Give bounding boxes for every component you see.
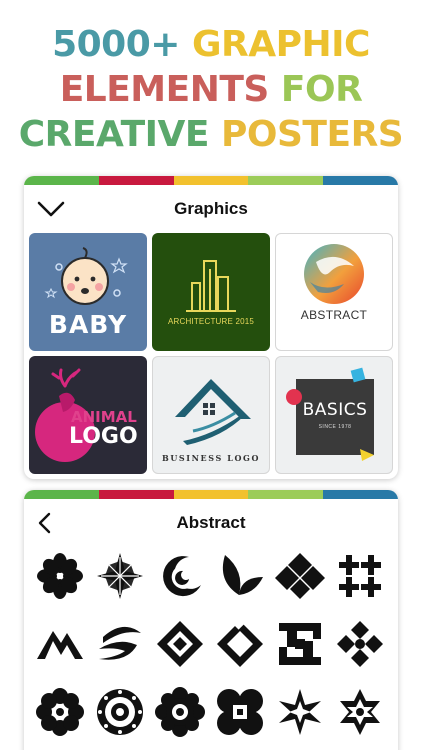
diamond-outline-icon[interactable] xyxy=(212,616,268,672)
tile-label-basics: BASICS xyxy=(302,400,368,420)
diamond-cluster-icon[interactable] xyxy=(272,548,328,604)
gear-flower-icon[interactable] xyxy=(152,684,208,740)
promo-headline: 5000+ GRAPHIC ELEMENTS FOR CREATIVE POST… xyxy=(0,22,422,157)
headline-word: FOR xyxy=(280,69,363,110)
category-grid: BABY ARCHITECTURE 2015 ABSTRACT ANIMAL L… xyxy=(29,233,393,474)
category-tile-abstract[interactable]: ABSTRACT xyxy=(275,233,393,351)
headline-line-3: CREATIVE POSTERS xyxy=(0,112,422,157)
flower-icon[interactable] xyxy=(32,548,88,604)
abstract-swirl-icon xyxy=(304,244,364,304)
headline-word: CREATIVE xyxy=(18,114,222,155)
graphics-title: Graphics xyxy=(174,198,248,218)
tile-label-abstract: ABSTRACT xyxy=(300,308,368,322)
nested-diamond-icon[interactable] xyxy=(152,616,208,672)
category-tile-baby[interactable]: BABY xyxy=(29,233,147,351)
headline-word: GRAPHIC xyxy=(191,24,370,65)
knot-icon[interactable] xyxy=(332,616,388,672)
headline-word: 5000+ xyxy=(52,24,192,65)
category-tile-business-logo[interactable]: BUSINESS LOGO xyxy=(152,356,270,474)
hex-star-icon[interactable] xyxy=(332,684,388,740)
meander-square-icon[interactable] xyxy=(272,616,328,672)
category-tile-basics[interactable]: BASICS SINCE 1978 xyxy=(275,356,393,474)
star-burst-icon[interactable] xyxy=(92,548,148,604)
abstract-title: Abstract xyxy=(176,512,246,532)
mandala-icon[interactable] xyxy=(92,684,148,740)
abstract-icon-grid xyxy=(32,548,390,740)
graphics-panel: Graphics BABY ARCHITECTURE 2015 ABSTRACT… xyxy=(24,176,398,479)
rosette-icon[interactable] xyxy=(32,684,88,740)
mountain-icon[interactable] xyxy=(32,616,88,672)
color-stripe xyxy=(24,490,398,499)
tile-label-logo: LOGO xyxy=(69,424,138,449)
abstract-header: Abstract xyxy=(24,499,398,546)
tile-label-since: SINCE 1978 xyxy=(318,424,352,430)
headline-word: ELEMENTS xyxy=(59,69,281,110)
crescent-swirl-icon[interactable] xyxy=(152,548,208,604)
headline-line-2: ELEMENTS FOR xyxy=(0,67,422,112)
chevron-down-icon[interactable] xyxy=(36,195,66,223)
leaf-pair-icon[interactable] xyxy=(212,548,268,604)
plus-grid-icon[interactable] xyxy=(332,548,388,604)
chevron-left-icon[interactable] xyxy=(30,509,60,537)
building-icon xyxy=(186,260,236,312)
tile-label-business-logo: BUSINESS LOGO xyxy=(161,453,261,463)
quatrefoil-icon[interactable] xyxy=(212,684,268,740)
graphics-header: Graphics xyxy=(24,185,398,232)
headline-line-1: 5000+ GRAPHIC xyxy=(0,22,422,67)
category-tile-animal-logo[interactable]: ANIMAL LOGO xyxy=(29,356,147,474)
s-wave-icon[interactable] xyxy=(92,616,148,672)
six-point-star-icon[interactable] xyxy=(272,684,328,740)
tile-label-architecture: ARCHITECTURE 2015 xyxy=(167,317,255,326)
abstract-panel: Abstract xyxy=(24,490,398,750)
color-stripe xyxy=(24,176,398,185)
headline-word: POSTERS xyxy=(221,114,404,155)
tile-label-baby: BABY xyxy=(48,310,128,339)
category-tile-architecture[interactable]: ARCHITECTURE 2015 xyxy=(152,233,270,351)
